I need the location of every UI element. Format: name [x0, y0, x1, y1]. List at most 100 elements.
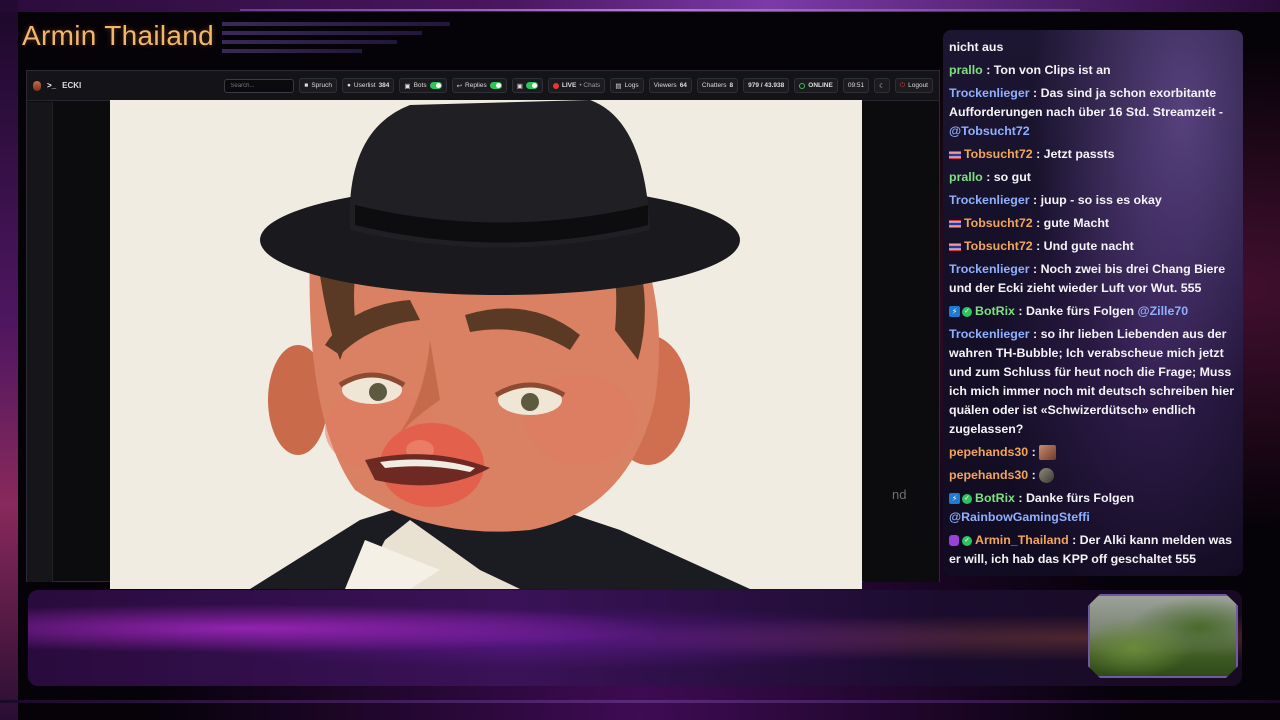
userlist-button[interactable]: ● Userlist 384 — [341, 78, 395, 93]
chat-message: Tobsucht72 : Und gute nacht — [949, 237, 1237, 256]
chat-username[interactable]: BotRix — [975, 491, 1015, 505]
broadcaster-badge-icon — [949, 535, 959, 547]
bots-switch[interactable] — [429, 82, 442, 89]
bottom-banner — [28, 590, 1242, 686]
chat-text: Und gute nacht — [1043, 239, 1134, 253]
character-illustration — [110, 100, 862, 589]
channel-brand[interactable]: >_ ECKI — [33, 80, 219, 91]
chat-username[interactable]: Armin_Thailand — [975, 533, 1069, 547]
live-chats-button[interactable]: LIVE • Chats — [547, 78, 606, 93]
chat-message: ✓ Armin_Thailand : Der Alki kann melden w… — [949, 531, 1237, 569]
dashboard-toolbar: >_ ECKI ■ Spruch ● Userlist 384 ▣ Bots ↩… — [27, 71, 939, 101]
chat-message: nicht aus — [949, 38, 1237, 57]
chat-message: ⚡ ✓ BotRix : Danke fürs Folgen @RainbowGam… — [949, 489, 1237, 527]
chat-separator: : — [1028, 445, 1040, 459]
chat-message: pepehands30 : — [949, 443, 1237, 462]
bot-badge-icon: ⚡ — [949, 493, 960, 505]
chat-message: Trockenlieger : so ihr lieben Liebenden … — [949, 325, 1237, 439]
document-icon: ▤ — [615, 82, 622, 90]
logs-label: Logs — [624, 82, 639, 89]
robot-toggle[interactable]: ▣ — [511, 78, 543, 93]
chat-separator: : — [1032, 239, 1044, 253]
viewers-count: 64 — [679, 82, 687, 89]
chat-message: Trockenlieger : juup - so iss es okay — [949, 191, 1237, 210]
dashboard-sidebar — [27, 102, 53, 582]
chat-text: gute Macht — [1043, 216, 1110, 230]
theme-toggle[interactable]: ☾ — [874, 78, 890, 93]
viewers-label: Viewers — [653, 82, 677, 89]
logout-button[interactable]: ⏻ Logout — [894, 78, 933, 93]
chat-username[interactable]: Tobsucht72 — [964, 147, 1033, 161]
chat-separator: : — [1029, 193, 1041, 207]
chat-emote — [1039, 468, 1055, 484]
chats-label: • Chats — [579, 82, 601, 89]
chat-text: so ihr lieben Liebenden aus der wahren T… — [949, 327, 1235, 436]
chatters-count: 8 — [729, 82, 734, 89]
terminal-icon: >_ — [47, 81, 57, 90]
frame-top-accent — [240, 9, 1080, 11]
chat-username[interactable]: prallo — [949, 170, 983, 184]
chat-username[interactable]: Trockenlieger — [949, 327, 1030, 341]
spruch-button[interactable]: ■ Spruch — [299, 78, 337, 93]
chat-separator: : — [1029, 262, 1041, 276]
robot-switch[interactable] — [525, 82, 538, 89]
user-icon: ● — [346, 82, 351, 89]
thailand-flag-icon — [949, 242, 961, 251]
chat-username[interactable]: pepehands30 — [949, 445, 1028, 459]
chat-separator: : — [1028, 468, 1040, 482]
online-label: ONLINE — [808, 82, 833, 89]
chat-text: so gut — [993, 170, 1031, 184]
chat-username[interactable]: BotRix — [975, 304, 1015, 318]
thailand-flag-icon — [949, 150, 961, 159]
chat-mention[interactable]: @Tobsucht72 — [949, 124, 1030, 138]
chat-emote — [1039, 445, 1057, 461]
chat-mention[interactable]: @RainbowGamingSteffi — [949, 510, 1090, 524]
online-status: ONLINE — [794, 78, 838, 93]
chat-text: Danke fürs Folgen — [1025, 491, 1135, 505]
chat-panel: nicht aus prallo : Ton von Clips ist an Tr… — [943, 30, 1243, 576]
bots-toggle[interactable]: ▣ Bots — [399, 78, 447, 93]
verified-badge-icon: ✓ — [962, 493, 972, 504]
chat-separator: : — [1068, 533, 1080, 547]
chat-mention[interactable]: @Zille70 — [1138, 304, 1189, 318]
chat-username[interactable]: Trockenlieger — [949, 262, 1030, 276]
chat-separator: : — [982, 63, 994, 77]
replies-toggle[interactable]: ↩ Replies — [451, 78, 507, 93]
robot-icon: ▣ — [516, 82, 523, 90]
bots-label: Bots — [413, 82, 427, 89]
chat-text: Jetzt passts — [1043, 147, 1115, 161]
ratio-value: 979 / 43.938 — [748, 82, 785, 89]
dashboard-right-panel — [863, 102, 939, 582]
clock: 09:51 — [842, 78, 870, 93]
chat-username[interactable]: Trockenlieger — [949, 86, 1030, 100]
chat-username[interactable]: prallo — [949, 63, 983, 77]
moon-icon: ☾ — [879, 82, 885, 90]
search-input[interactable] — [224, 78, 295, 93]
channel-avatar — [33, 80, 41, 91]
chatters-label: Chatters — [701, 82, 727, 89]
logout-label: Logout — [908, 82, 928, 89]
clock-time: 09:51 — [847, 82, 865, 89]
chat-text: nicht aus — [949, 40, 1004, 54]
streamer-name: Armin Thailand — [22, 20, 214, 51]
chat-message: pepehands30 : — [949, 466, 1237, 485]
online-icon — [799, 82, 806, 89]
spruch-label: Spruch — [311, 82, 332, 89]
chat-username[interactable]: Tobsucht72 — [964, 239, 1033, 253]
chat-separator: : — [1029, 327, 1041, 341]
viewers-stat: Viewers 64 — [648, 78, 692, 93]
userlist-label: Userlist — [353, 82, 376, 89]
chat-username[interactable]: Tobsucht72 — [964, 216, 1033, 230]
logout-icon: ⏻ — [899, 81, 906, 89]
logs-button[interactable]: ▤ Logs — [610, 78, 644, 93]
chat-username[interactable]: pepehands30 — [949, 468, 1028, 482]
replies-switch[interactable] — [489, 82, 502, 89]
chat-bubble-icon: ■ — [304, 82, 309, 89]
chat-text: Danke fürs Folgen — [1025, 304, 1135, 318]
chat-message: Trockenlieger : Noch zwei bis drei Chang… — [949, 260, 1237, 298]
chat-text: juup - so iss es okay — [1040, 193, 1162, 207]
chat-message: Tobsucht72 : Jetzt passts — [949, 145, 1237, 164]
video-player[interactable] — [110, 100, 862, 589]
chat-username[interactable]: Trockenlieger — [949, 193, 1030, 207]
chat-separator: : — [1032, 216, 1044, 230]
